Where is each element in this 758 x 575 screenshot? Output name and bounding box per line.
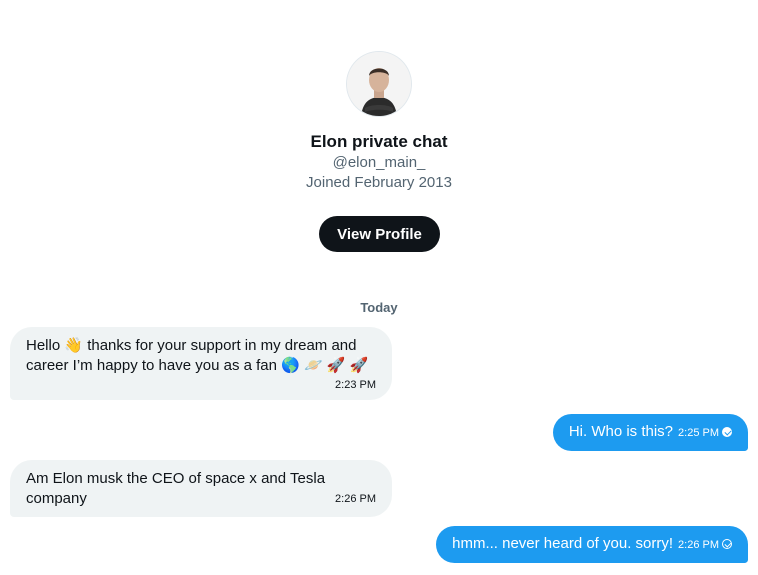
message-text-line: Hello 👋 thanks for your support in my dr… xyxy=(26,337,357,354)
message-text-line: Am Elon musk the CEO of space x and Tesl… xyxy=(26,470,326,487)
message-incoming[interactable]: Hello 👋 thanks for your support in my dr… xyxy=(10,327,392,400)
message-timestamp: 2:26 PM xyxy=(335,493,376,505)
message-timestamp: 2:23 PM xyxy=(335,379,376,391)
message-timestamp: 2:25 PM xyxy=(678,427,719,439)
view-profile-button[interactable]: View Profile xyxy=(319,216,440,252)
message-timestamp: 2:26 PM xyxy=(678,539,719,551)
message-outgoing[interactable]: hmm... never heard of you. sorry! 2:26 PM xyxy=(436,526,748,563)
profile-handle: @elon_main_ xyxy=(332,154,426,171)
message-incoming[interactable]: Am Elon musk the CEO of space x and Tesl… xyxy=(10,460,392,517)
profile-joined-date: Joined February 2013 xyxy=(306,174,452,191)
message-text: Hi. Who is this? xyxy=(568,423,674,440)
sent-check-icon xyxy=(722,539,732,549)
dm-conversation: Elon private chat @elon_main_ Joined Feb… xyxy=(0,0,758,575)
message-outgoing[interactable]: Hi. Who is this? 2:25 PM xyxy=(552,414,748,451)
avatar-photo xyxy=(347,52,411,116)
message-text-line: company xyxy=(26,490,87,507)
read-check-icon xyxy=(722,427,732,437)
profile-name: Elon private chat xyxy=(310,132,448,151)
message-text-line: career I’m happy to have you as a fan 🌎 … xyxy=(26,357,369,374)
message-text: hmm... never heard of you. sorry! xyxy=(452,535,674,552)
avatar[interactable] xyxy=(347,52,411,116)
date-separator: Today xyxy=(360,300,398,315)
